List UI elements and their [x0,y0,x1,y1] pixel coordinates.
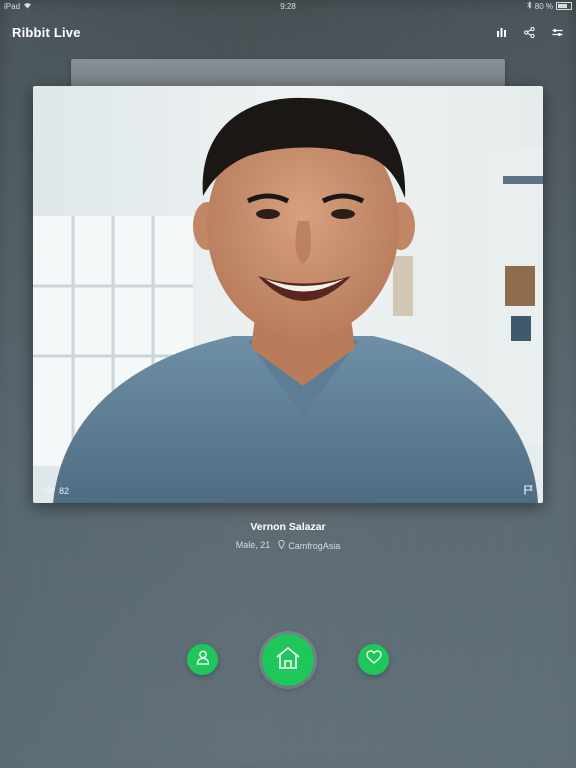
device-label: iPad [4,1,21,11]
profile-photo [33,86,543,503]
home-button[interactable] [262,634,314,686]
battery-percent: 80 % [534,1,553,11]
favorite-button[interactable] [358,644,389,675]
profile-meta: Male, 21 CamfrogAsia [0,539,576,551]
status-bar: iPad 9:28 80 % [0,0,576,12]
bluetooth-icon [526,1,532,11]
status-time: 9:28 [280,1,296,11]
viewer-count-value: 82 [59,486,70,496]
viewer-count: 82 [43,486,69,496]
stats-icon[interactable] [494,25,508,39]
profile-name: Vernon Salazar [250,521,326,533]
home-icon [275,646,301,675]
location: CamfrogAsia [278,539,341,551]
battery-icon [556,2,572,10]
location-pin-icon [278,539,285,551]
wifi-icon [23,2,32,11]
share-icon[interactable] [522,25,536,39]
app-logo: Ribbit Live [12,24,81,40]
top-bar: Ribbit Live [12,20,564,44]
profile-button[interactable] [187,644,218,675]
card-footer: 82 [33,479,543,503]
heart-icon [365,650,382,669]
gender-age: Male, 21 [235,540,271,550]
report-flag-icon[interactable] [524,485,533,497]
eye-icon [43,486,55,496]
filter-icon[interactable] [550,25,564,39]
user-icon [196,650,210,670]
location-name: CamfrogAsia [288,540,341,551]
profile-card[interactable]: 82 [33,86,543,503]
